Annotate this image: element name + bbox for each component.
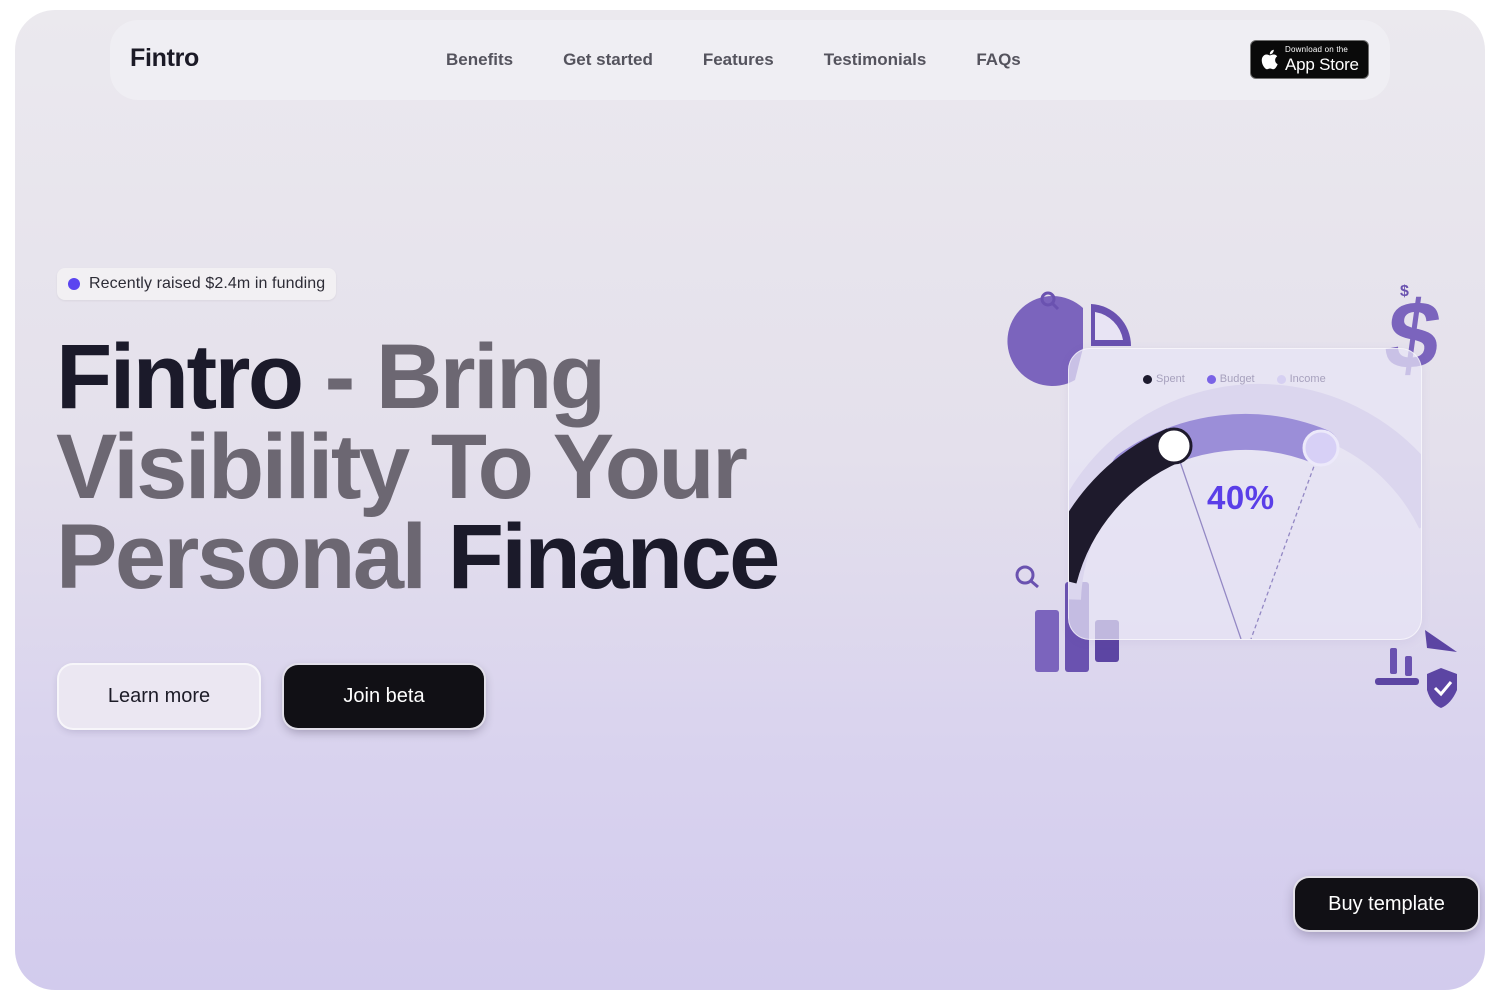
nav-link-features[interactable]: Features — [703, 50, 774, 70]
badge-text: Recently raised $2.4m in funding — [89, 275, 326, 292]
top-nav: Fintro Benefits Get started Features Tes… — [110, 20, 1390, 100]
app-store-big-text: App Store — [1285, 55, 1359, 74]
gauge-needle-spent — [1174, 446, 1242, 639]
learn-more-button[interactable]: Learn more — [59, 665, 259, 728]
nav-link-get-started[interactable]: Get started — [563, 50, 653, 70]
badge-dot-icon — [68, 278, 80, 290]
app-store-small-text: Download on the — [1285, 45, 1349, 54]
gauge-percent: 40% — [1207, 479, 1275, 516]
gauge-knob-spent — [1155, 427, 1193, 465]
app-store-label: Download on the App Store — [1285, 45, 1359, 74]
nav-link-testimonials[interactable]: Testimonials — [824, 50, 927, 70]
nav-link-benefits[interactable]: Benefits — [446, 50, 513, 70]
buy-template-button[interactable]: Buy template — [1295, 878, 1478, 930]
finance-illustration: $ $ Spent Budget Income 40% — [995, 260, 1485, 720]
brand-logo[interactable]: Fintro — [130, 44, 199, 73]
headline-finance: Finance — [447, 506, 781, 608]
page: Fintro Benefits Get started Features Tes… — [15, 10, 1485, 990]
nav-links: Benefits Get started Features Testimonia… — [446, 20, 1021, 100]
join-beta-button[interactable]: Join beta — [284, 665, 484, 728]
app-store-button[interactable]: Download on the App Store — [1250, 40, 1369, 79]
svg-text:$: $ — [1400, 283, 1409, 300]
gauge-knob-budget — [1302, 429, 1340, 467]
hero-headline: Fintro - Bring Visibility To Your Person… — [56, 331, 816, 603]
headline-brand: Fintro — [56, 326, 304, 428]
coin-icon: $ — [1400, 283, 1409, 300]
apple-icon — [1261, 49, 1278, 70]
nav-link-faqs[interactable]: FAQs — [976, 50, 1020, 70]
shield-chart-icon — [1375, 630, 1457, 708]
funding-badge: Recently raised $2.4m in funding — [57, 268, 337, 300]
search-chart-icon — [1015, 565, 1039, 589]
gauge-needle-budget — [1250, 446, 1322, 639]
budget-gauge-card: Spent Budget Income 40% — [1068, 348, 1422, 640]
